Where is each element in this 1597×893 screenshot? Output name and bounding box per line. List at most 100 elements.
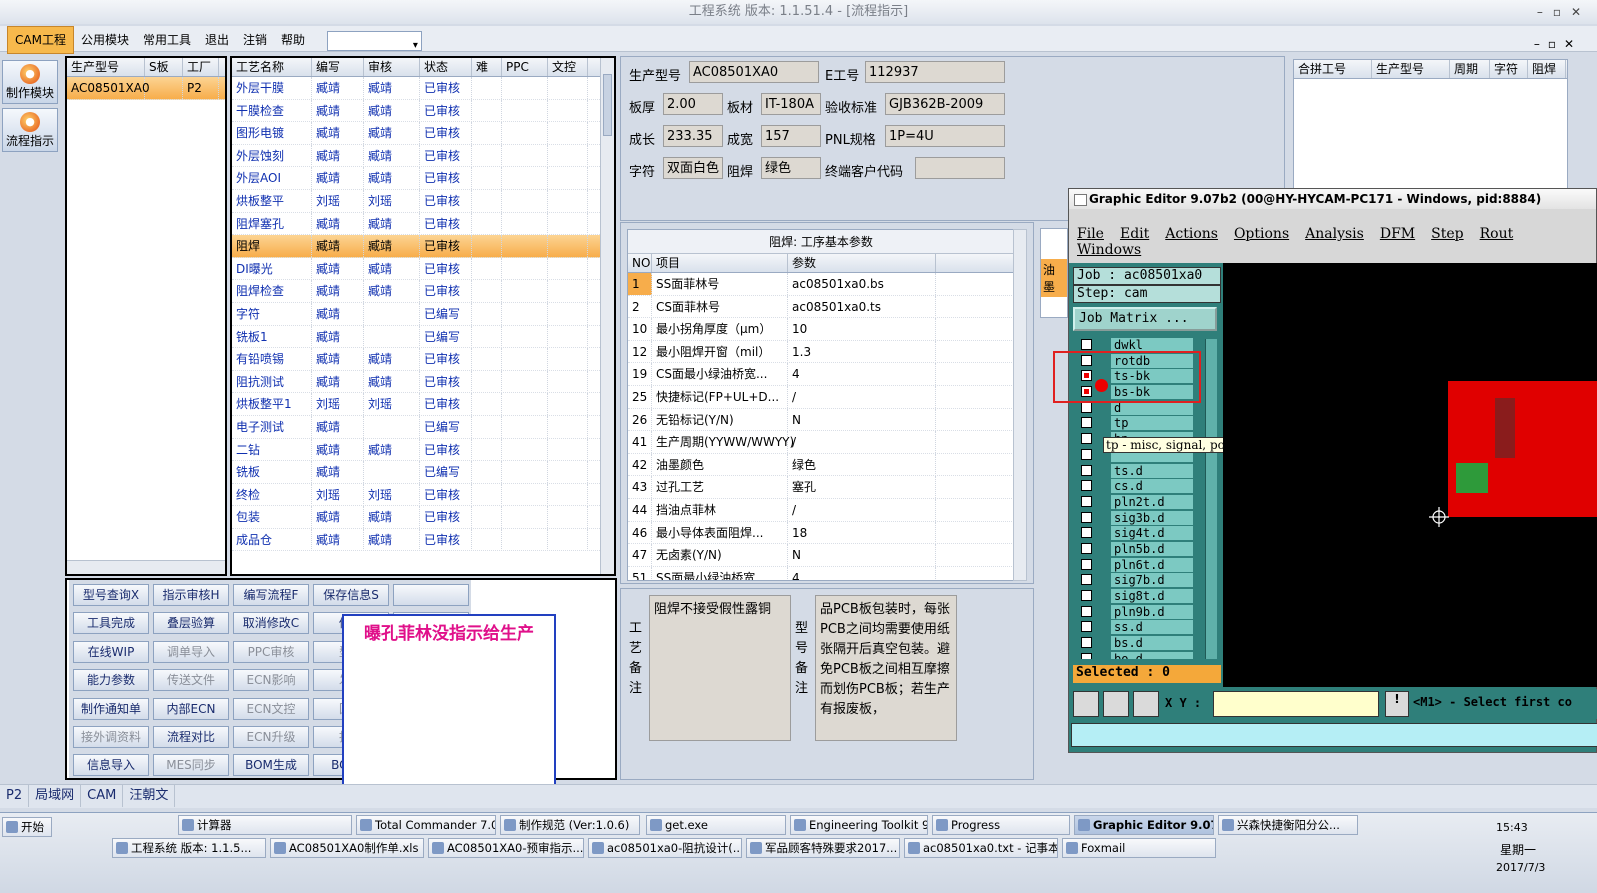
window-controls[interactable]: –▫✕	[1537, 0, 1591, 24]
action-button[interactable]	[393, 584, 469, 606]
menu-item[interactable]: 帮助	[274, 27, 312, 53]
module-combo[interactable]	[326, 30, 422, 59]
action-button[interactable]: 调单导入	[153, 640, 229, 663]
column-header[interactable]: 参数	[788, 254, 936, 272]
layer-row[interactable]: pln5b.d	[1073, 541, 1221, 557]
taskbar-button[interactable]: 军品顾客特殊要求2017...	[746, 838, 900, 858]
table-row[interactable]: 1 SS面菲林号 ac08501xa0.bs	[628, 273, 1014, 296]
action-button[interactable]: 内部ECN	[153, 697, 229, 720]
action-button[interactable]: 信息导入	[73, 754, 149, 777]
column-header[interactable]: 周期	[1450, 60, 1490, 78]
layer-checkbox[interactable]	[1081, 495, 1092, 507]
ge-menu-item[interactable]: Edit	[1112, 226, 1157, 242]
table-row[interactable]: 图形电镀 臧靖 臧靖 已审核	[232, 122, 614, 145]
table-row[interactable]: 19 CS面最小绿油桥宽... 4	[628, 363, 1014, 386]
layer-checkbox[interactable]	[1081, 542, 1092, 554]
model-list-hscroll[interactable]	[67, 560, 225, 574]
action-button[interactable]: 接外调资料	[73, 726, 149, 748]
table-row[interactable]: DI曝光 臧靖 臧靖 已审核	[232, 257, 614, 281]
pnl-field[interactable]: 1P=4U	[885, 125, 1005, 147]
table-row[interactable]: 二钻 臧靖 臧靖 已审核	[232, 438, 614, 462]
column-header[interactable]: S板	[145, 58, 183, 76]
xy-input[interactable]	[1213, 691, 1379, 717]
table-row[interactable]: 26 无铅标记(Y/N) N	[628, 408, 1014, 432]
ge-canvas[interactable]	[1223, 263, 1597, 687]
layer-checkbox[interactable]	[1081, 339, 1092, 350]
layer-checkbox[interactable]	[1081, 448, 1092, 460]
grid-icon[interactable]	[1133, 691, 1159, 717]
table-row[interactable]: 烘板整平 刘瑶 刘瑶 已审核	[232, 189, 614, 213]
table-row[interactable]: 51 SS面最小绿油桥宽... 4	[628, 566, 1014, 580]
taskbar-button[interactable]: Graphic Editor 9.07...	[1074, 815, 1214, 835]
layer-row[interactable]: pln9b.d	[1073, 604, 1221, 620]
taskbar-button[interactable]: ac08501xa0.txt - 记事本	[904, 838, 1058, 858]
action-button[interactable]: 制作通知单	[73, 697, 149, 720]
column-header[interactable]: 审核	[364, 58, 420, 76]
ge-menu-item[interactable]: File	[1069, 226, 1112, 242]
layer-checkbox[interactable]	[1081, 574, 1092, 586]
ge-menu-item[interactable]: Analysis	[1297, 226, 1372, 242]
start-button[interactable]: 开始	[2, 817, 52, 837]
layer-checkbox[interactable]	[1081, 417, 1092, 429]
column-header[interactable]: 文控	[548, 58, 588, 76]
table-row[interactable]: 46 最小导体表面阻焊... 18	[628, 521, 1014, 545]
taskbar-button[interactable]: ac08501xa0-阻抗设计(...	[588, 838, 742, 858]
mdi-controls[interactable]: –▫✕	[1527, 31, 1589, 57]
action-button[interactable]: 能力参数	[73, 669, 149, 692]
layer-checkbox[interactable]	[1081, 621, 1092, 633]
column-header[interactable]: PPC	[502, 58, 548, 76]
table-row[interactable]: 烘板整平1 刘瑶 刘瑶 已审核	[232, 393, 614, 416]
layer-row[interactable]: pln2t.d	[1073, 494, 1221, 510]
process-note-text[interactable]: 阻焊不接受假性露铜	[649, 595, 791, 741]
process-vscroll[interactable]	[600, 58, 614, 574]
table-row[interactable]: 12 最小阻焊开窗（mil） 1.3	[628, 340, 1014, 364]
ge-menu-item[interactable]: Actions	[1157, 226, 1226, 242]
menu-item[interactable]: 退出	[198, 27, 236, 53]
mask-field[interactable]: 绿色	[761, 157, 821, 179]
layer-checkbox[interactable]	[1081, 433, 1092, 445]
menu-item[interactable]: 注销	[236, 27, 274, 53]
taskbar-button[interactable]: 兴森快捷衡阳分公...	[1218, 815, 1358, 835]
action-button[interactable]: BOM生成	[233, 754, 309, 777]
width-field[interactable]: 157	[761, 125, 821, 147]
table-row[interactable]: 电子测试 臧靖 已编写	[232, 415, 614, 439]
layer-row[interactable]: bo.d	[1073, 651, 1221, 659]
standard-field[interactable]: GJB362B-2009	[885, 93, 1005, 115]
column-header[interactable]: 合拼工号	[1294, 60, 1372, 78]
customer-code-field[interactable]	[915, 157, 1005, 179]
table-row[interactable]: 字符 臧靖 已编写	[232, 302, 614, 326]
action-button[interactable]: ECN升级	[233, 726, 309, 748]
ge-menu-item[interactable]: Step	[1423, 226, 1471, 242]
column-header[interactable]: 工厂	[183, 58, 219, 76]
taskbar-button[interactable]: Foxmail	[1062, 838, 1216, 858]
measure-icon[interactable]	[1103, 691, 1129, 717]
table-row[interactable]: 43 过孔工艺 塞孔	[628, 476, 1014, 499]
layer-checkbox[interactable]	[1081, 652, 1092, 659]
taskbar-button[interactable]: Engineering Toolkit 9....	[790, 815, 928, 835]
menu-item[interactable]: CAM工程	[7, 26, 74, 54]
taskbar-button[interactable]: Progress	[932, 815, 1070, 835]
column-header[interactable]: 生产型号	[67, 58, 145, 76]
menu-item[interactable]: 常用工具	[136, 27, 198, 53]
taskbar-button[interactable]: AC08501XA0-预审指示....	[428, 838, 584, 858]
column-header[interactable]: 状态	[420, 58, 472, 76]
char-field[interactable]: 双面白色	[663, 157, 723, 179]
action-button[interactable]: ECN影响	[233, 669, 309, 692]
column-header[interactable]: 工艺名称	[232, 58, 312, 76]
action-button[interactable]: MES同步	[153, 754, 229, 777]
taskbar-button[interactable]: get.exe	[646, 815, 786, 835]
action-button[interactable]: 型号查询X	[73, 584, 149, 606]
table-row[interactable]: 有铅喷锡 臧靖 臧靖 已审核	[232, 348, 614, 371]
table-row[interactable]: 外层蚀刻 臧靖 臧靖 已审核	[232, 144, 614, 168]
menu-item[interactable]: 公用模块	[74, 27, 136, 53]
taskbar-button[interactable]: 工程系统 版本: 1.1.5...	[112, 838, 266, 858]
column-header[interactable]: 编写	[312, 58, 364, 76]
material-field[interactable]: IT-180A	[761, 93, 821, 115]
layer-row[interactable]: bs.d	[1073, 635, 1221, 651]
table-row[interactable]: 阻抗测试 臧靖 臧靖 已审核	[232, 370, 614, 394]
action-button[interactable]: 叠层验算	[153, 612, 229, 635]
column-header[interactable]: 字符	[1490, 60, 1528, 78]
action-button[interactable]: 在线WIP	[73, 640, 149, 663]
layer-row[interactable]: sig7b.d	[1073, 572, 1221, 588]
layer-row[interactable]: cs.d	[1073, 478, 1221, 494]
